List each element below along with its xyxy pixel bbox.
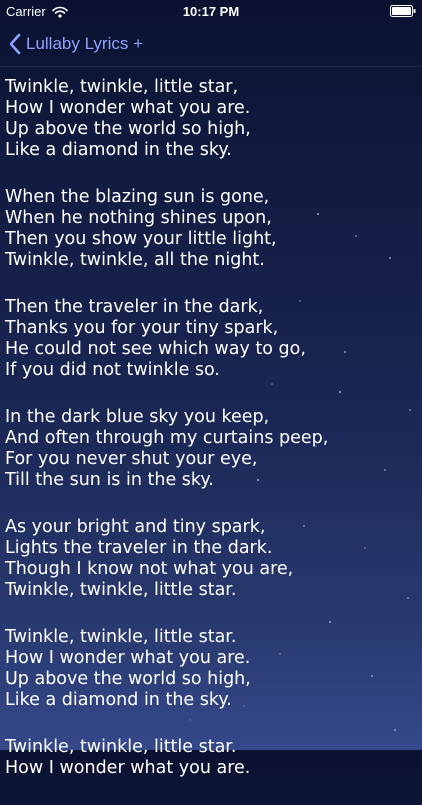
lyric-line: He could not see which way to go, [5,339,306,359]
stanza: Twinkle, twinkle, little star, How I won… [5,77,417,161]
lyric-line: How I wonder what you are. [5,648,251,668]
lyric-line: Twinkle, twinkle, little star, [5,77,239,97]
lyric-line: As your bright and tiny spark, [5,517,266,537]
lyric-line: Then you show your little light, [5,229,277,249]
lyrics-text: Twinkle, twinkle, little star, How I won… [5,77,417,805]
lyric-line: Till the sun is in the sky. [5,470,214,490]
lyric-line: And often through my curtains peep, [5,428,329,448]
lyric-line: When the blazing sun is gone, [5,187,270,207]
stanza: Twinkle, twinkle, little star. How I won… [5,737,417,779]
lyric-line: Up above the world so high, [5,669,251,689]
lyric-line: Like a diamond in the sky. [5,690,232,710]
stanza: Twinkle, twinkle, little star. How I won… [5,627,417,711]
lyric-line: Though I know not what you are, [5,559,294,579]
battery-icon [390,5,416,17]
navigation-bar: Lullaby Lyrics + [0,22,422,67]
lyric-line: If you did not twinkle so. [5,360,220,380]
back-button[interactable]: Lullaby Lyrics + [8,31,143,57]
lyric-line: Twinkle, twinkle, all the night. [5,250,265,270]
chevron-left-icon [9,33,21,55]
lyric-line: Thanks you for your tiny spark, [5,318,279,338]
back-button-label: Lullaby Lyrics + [26,34,144,53]
lyric-line: Lights the traveler in the dark. [5,538,273,558]
lyric-line: Twinkle, twinkle, little star. [5,580,237,600]
stanza: In the dark blue sky you keep, And often… [5,407,417,491]
lyric-line: For you never shut your eye, [5,449,258,469]
lyric-line: Twinkle, twinkle, little star. [5,737,237,757]
lyric-line: When he nothing shines upon, [5,208,272,228]
lyric-line: In the dark blue sky you keep, [5,407,270,427]
lyric-line: Then the traveler in the dark, [5,297,264,317]
lyric-line: Up above the world so high, [5,119,251,139]
lyric-line: Twinkle, twinkle, little star. [5,627,237,647]
lyric-line: How I wonder what you are. [5,758,251,778]
lyric-line: How I wonder what you are. [5,98,251,118]
stanza: Then the traveler in the dark, Thanks yo… [5,297,417,381]
status-time: 10:17 PM [182,4,240,19]
stanza: When the blazing sun is gone, When he no… [5,187,417,271]
status-bar: Carrier 10:17 PM [0,0,422,22]
stanza: As your bright and tiny spark, Lights th… [5,517,417,601]
lyric-line: Like a diamond in the sky. [5,140,232,160]
